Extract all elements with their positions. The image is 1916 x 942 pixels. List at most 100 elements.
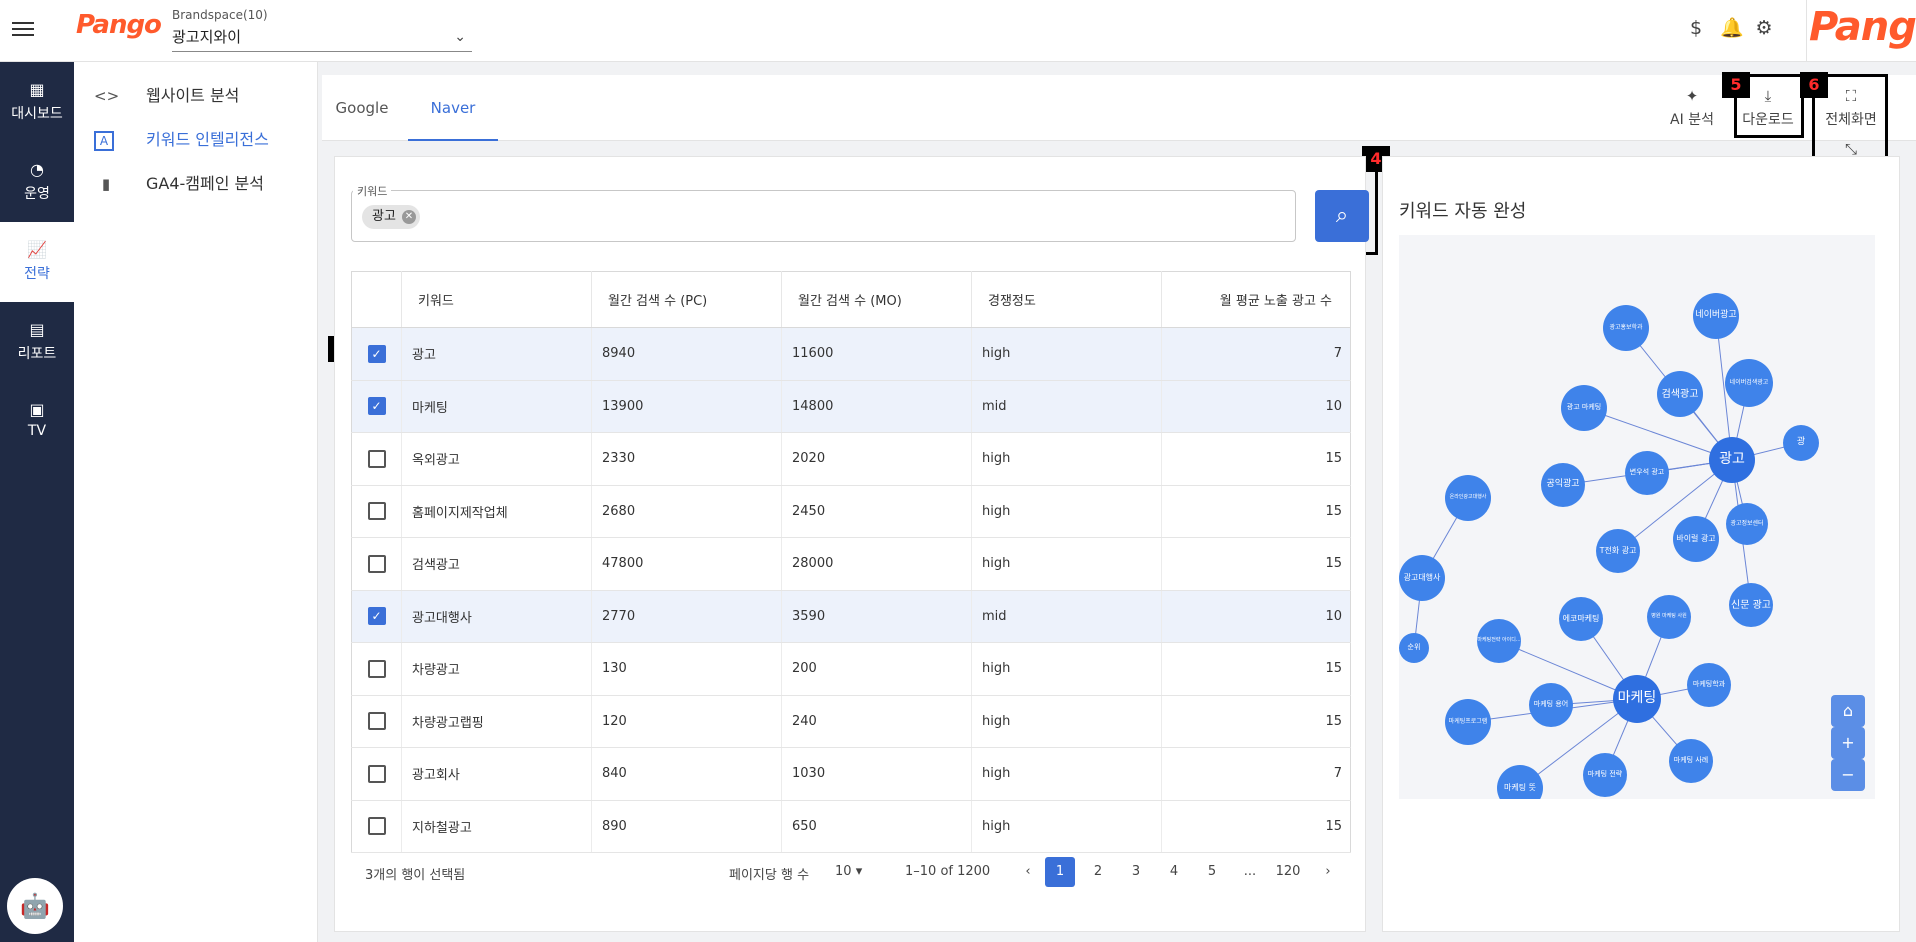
bell-icon[interactable]: 🔔 [1720,16,1744,40]
graph-node[interactable]: 광고 [1709,437,1755,483]
header-ads[interactable]: 월 평균 노출 광고 수 [1161,271,1351,328]
cell-keyword: 옥외광고 [401,432,592,486]
checkbox-checked[interactable]: ✓ [367,344,386,363]
graph-node[interactable]: 병원 마케팅 사원 [1647,595,1691,639]
checkbox-cell[interactable] [351,537,402,591]
menu-icon[interactable] [12,18,34,40]
checkbox[interactable] [367,817,386,836]
checkbox-cell[interactable] [351,695,402,748]
checkbox[interactable] [367,712,386,731]
rows-per-page-select[interactable]: 10 ▾ [835,864,862,879]
zoom-in-icon[interactable]: + [1831,727,1865,759]
subnav-ga4-campaign[interactable]: ▮ GA4-캠페인 분석 [94,170,264,200]
subnav-website-analysis[interactable]: <> 웹사이트 분석 [94,82,239,112]
keyword-chip[interactable]: 광고 ✕ [362,205,420,229]
keyword-graph[interactable]: 광고마케팅 네이버광고 광고홍보학과 검색광고 네이버검색광고광고 마케팅광변우석 광고… [1399,235,1875,799]
graph-node[interactable]: 광고정보센터 [1726,503,1768,545]
table-row[interactable]: 차량광고 130 200 high 15 [351,642,1351,696]
page-2[interactable]: 2 [1083,857,1113,887]
nav-tv[interactable]: ▣ TV [0,382,74,462]
header-mo[interactable]: 월간 검색 수 (MO) [781,271,972,328]
cell-mo: 2020 [781,432,972,486]
nav-dashboard[interactable]: ▦ 대시보드 [0,62,74,142]
chatbot-icon[interactable]: 🤖 [7,878,63,934]
header-keyword[interactable]: 키워드 [401,271,592,328]
table-row[interactable]: 검색광고 47800 28000 high 15 [351,537,1351,591]
table-row[interactable]: 옥외광고 2330 2020 high 15 [351,432,1351,486]
prev-page-icon[interactable]: ‹ [1013,857,1043,887]
nav-report[interactable]: ▤ 리포트 [0,302,74,382]
graph-node[interactable]: 네이버광고 [1693,293,1739,339]
checkbox[interactable] [367,659,386,678]
graph-node[interactable]: T전화 광고 [1596,529,1640,573]
checkbox-checked[interactable]: ✓ [367,397,386,416]
table-row[interactable]: ✓ 광고 8940 11600 high 7 [351,327,1351,381]
dollar-icon[interactable]: $ [1684,16,1708,40]
checkbox[interactable] [367,764,386,783]
table-row[interactable]: 홈페이지제작업체 2680 2450 high 15 [351,485,1351,538]
tab-google[interactable]: Google [322,75,402,141]
page-last[interactable]: 120 [1273,857,1303,887]
graph-node[interactable]: 온라인광고대행사 [1445,475,1491,521]
gear-icon[interactable]: ⚙ [1752,16,1776,40]
graph-node[interactable]: 마케팅전략 아이디... [1477,619,1521,663]
graph-node[interactable]: 광고 마케팅 [1561,385,1607,431]
header-pc[interactable]: 월간 검색 수 (PC) [591,271,782,328]
graph-node[interactable]: 마케팅학과 [1687,663,1731,707]
checkbox-cell[interactable]: ✓ [351,590,402,643]
checkbox-cell[interactable] [351,642,402,696]
graph-node[interactable]: 광 [1783,425,1819,461]
table-row[interactable]: 광고회사 840 1030 high 7 [351,747,1351,801]
table-row[interactable]: ✓ 마케팅 13900 14800 mid 10 [351,380,1351,433]
graph-node[interactable]: 마케팅 [1613,675,1661,723]
page-4[interactable]: 4 [1159,857,1189,887]
search-button[interactable]: ⌕ [1315,190,1369,242]
page-1[interactable]: 1 [1045,857,1075,887]
graph-node[interactable]: 마케팅 용어 [1529,683,1573,727]
checkbox[interactable] [367,554,386,573]
close-icon[interactable]: ✕ [401,210,416,224]
tab-naver[interactable]: Naver [408,75,498,141]
graph-node[interactable]: 광고홍보학과 [1603,305,1649,351]
table-row[interactable]: ✓ 광고대행사 2770 3590 mid 10 [351,590,1351,643]
logo[interactable]: Pango [76,10,162,40]
checkbox-cell[interactable] [351,747,402,801]
home-icon[interactable]: ⌂ [1831,695,1865,727]
graph-node[interactable]: 검색광고 [1657,371,1703,417]
checkbox-cell[interactable]: ✓ [351,380,402,433]
nav-operation[interactable]: ◔ 운영 [0,142,74,222]
zoom-out-icon[interactable]: − [1831,759,1865,791]
subnav-keyword-intelligence[interactable]: A 키워드 인텔리전스 [94,126,269,156]
graph-node[interactable]: 네이버검색광고 [1725,359,1773,407]
graph-node[interactable]: 광고대행사 [1399,555,1445,601]
graph-node[interactable]: 마케팅 사례 [1669,739,1713,783]
keyword-input[interactable]: 광고 ✕ [351,190,1296,242]
next-page-icon[interactable]: › [1313,857,1343,887]
checkbox-cell[interactable]: ✓ [351,327,402,381]
graph-node[interactable]: 변우석 광고 [1625,451,1669,495]
header-competition[interactable]: 경쟁정도 [971,271,1162,328]
cell-keyword: 검색광고 [401,537,592,591]
brand-select[interactable]: 광고지와이 ⌄ [172,24,472,52]
graph-node[interactable]: 마케팅프로그램 [1445,699,1491,745]
checkbox-cell[interactable] [351,485,402,538]
checkbox-checked[interactable]: ✓ [367,607,386,626]
page-3[interactable]: 3 [1121,857,1151,887]
page-5[interactable]: 5 [1197,857,1227,887]
graph-node[interactable]: 에코마케팅 [1559,597,1603,641]
checkbox-cell[interactable] [351,800,402,853]
table-row[interactable]: 지하철광고 890 650 high 15 [351,800,1351,853]
ai-analysis-button[interactable]: ✦ AI 분석 [1662,87,1722,129]
checkbox[interactable] [367,502,386,521]
graph-node[interactable]: 공익광고 [1541,463,1585,507]
checkbox-cell[interactable] [351,432,402,486]
graph-node[interactable]: 바이럴 광고 [1673,516,1719,562]
nav-strategy[interactable]: 📈 전략 [0,222,74,302]
checkbox[interactable] [367,449,386,468]
table-row[interactable]: 차량광고랩핑 120 240 high 15 [351,695,1351,748]
graph-node[interactable]: 신문 광고 [1729,583,1773,627]
graph-node[interactable]: 순위 [1399,633,1429,663]
logo-large[interactable]: Pango [1809,4,1916,50]
graph-node[interactable]: 마케팅 전략 [1583,753,1627,797]
autocomplete-title: 키워드 자동 완성 [1399,201,1527,222]
